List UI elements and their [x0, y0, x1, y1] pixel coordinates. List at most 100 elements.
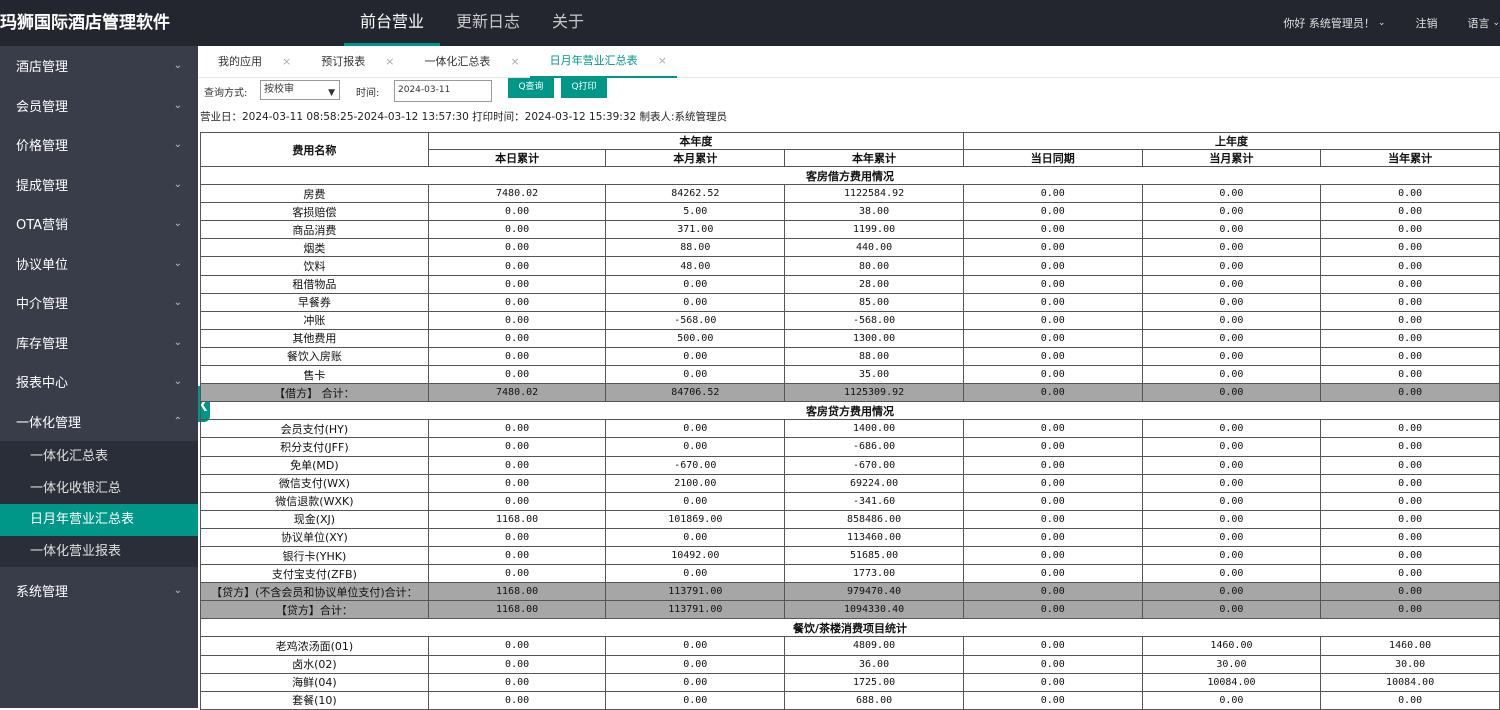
row-value: 0.00 — [1320, 256, 1500, 276]
chevron-down-icon: ⌄ — [173, 99, 182, 111]
sidebar-item-agreement[interactable]: 协议单位 ⌄ — [0, 244, 198, 284]
tab-integrated-summary[interactable]: 一体化汇总表 × — [404, 46, 529, 78]
row-value: 0.00 — [427, 202, 607, 222]
sidebar-item-label: 酒店管理 — [16, 60, 69, 76]
close-icon[interactable]: × — [658, 46, 667, 76]
language-menu[interactable]: 语言 — [1467, 15, 1489, 31]
row-value: 0.00 — [1141, 509, 1322, 529]
row-value: 10492.00 — [605, 545, 786, 566]
row-value: 0.00 — [1320, 184, 1500, 204]
query-toolbar: 查询方式: 按校审 ▼ 时间: 2024-03-11 Q查询 Q打印 — [198, 78, 1500, 104]
row-value: 0.00 — [962, 437, 1143, 457]
chevron-down-icon: ⌄ — [173, 257, 182, 269]
row-value: 0.00 — [427, 545, 607, 566]
sidebar-item-member[interactable]: 会员管理 ⌄ — [0, 86, 198, 126]
row-value: 0.00 — [962, 419, 1143, 439]
row-value: 0.00 — [1141, 292, 1322, 312]
sidebar-item-agency[interactable]: 中介管理 ⌄ — [0, 283, 198, 323]
sidebar-item-system[interactable]: 系统管理 ⌄ — [0, 571, 198, 611]
row-value: 0.00 — [605, 636, 786, 656]
tab-booking-report[interactable]: 预订报表 × — [301, 46, 404, 78]
row-value: 1094330.40 — [784, 600, 964, 620]
row-value: 0.00 — [427, 564, 607, 584]
row-name: 早餐券 — [200, 292, 429, 312]
tab-daily-summary[interactable]: 日月年营业汇总表 × — [529, 46, 677, 78]
sidebar-item-label: OTA营销 — [16, 218, 69, 234]
row-value: 0.00 — [1320, 473, 1500, 493]
query-button[interactable]: Q查询 — [508, 78, 554, 98]
row-value: 858486.00 — [784, 509, 964, 529]
row-value: 0.00 — [605, 365, 786, 385]
query-time-input[interactable]: 2024-03-11 — [394, 80, 492, 102]
sidebar-item-inventory[interactable]: 库存管理 ⌄ — [0, 323, 198, 363]
sidebar-subitem-cashier-summary[interactable]: 一体化收银汇总 — [0, 473, 198, 505]
row-value: 0.00 — [605, 437, 786, 457]
row-value: 1168.00 — [427, 600, 607, 620]
row-value: 0.00 — [1320, 274, 1500, 294]
report-table: 费用名称 本年度 上年度 本日累计 本月累计 本年累计 当日同期 当月累计 当年… — [200, 132, 1500, 710]
chevron-down-icon: ⌄ — [173, 178, 182, 190]
row-value: 1168.00 — [427, 509, 607, 529]
table-row: 其他费用 0.00 500.00 1300.00 0.00 0.00 0.00 — [200, 328, 1500, 348]
row-value: 1773.00 — [784, 564, 964, 584]
row-value: 0.00 — [427, 346, 607, 367]
row-value: 0.00 — [605, 564, 786, 584]
row-value: 1300.00 — [784, 328, 964, 348]
print-button[interactable]: Q打印 — [561, 78, 607, 98]
query-mode-select[interactable]: 按校审 ▼ — [260, 80, 340, 100]
row-value: 0.00 — [962, 310, 1143, 330]
topnav-front-desk[interactable]: 前台营业 — [344, 0, 441, 46]
user-greeting[interactable]: 你好 系统管理员！ — [1283, 15, 1375, 31]
table-row: 海鲜(04) 0.00 0.00 1725.00 0.00 10084.00 10084.0… — [200, 672, 1500, 692]
sidebar-subitem-business-report[interactable]: 一体化营业报表 — [0, 536, 198, 568]
sidebar-subitem-daily-summary[interactable]: 日月年营业汇总表 — [0, 504, 198, 536]
tab-my-apps[interactable]: 我的应用 × — [198, 46, 301, 78]
sidebar-item-ota[interactable]: OTA营销 ⌄ — [0, 204, 198, 244]
sidebar-item-reports[interactable]: 报表中心 ⌄ — [0, 362, 198, 402]
row-value: 0.00 — [605, 527, 786, 547]
row-value: 0.00 — [427, 238, 607, 258]
row-value: 0.00 — [962, 184, 1143, 204]
row-name: 银行卡(YHK) — [200, 545, 429, 566]
sidebar-subitem-summary[interactable]: 一体化汇总表 — [0, 441, 198, 473]
topnav-about[interactable]: 关于 — [536, 0, 600, 46]
col-header: 本月累计 — [605, 149, 786, 167]
close-icon[interactable]: × — [282, 47, 291, 77]
row-value: 0.00 — [962, 491, 1143, 511]
row-value: 0.00 — [962, 672, 1143, 692]
row-value: 0.00 — [427, 636, 607, 656]
row-value: 0.00 — [427, 256, 607, 276]
close-icon[interactable]: × — [385, 47, 394, 77]
row-value: 7480.02 — [427, 383, 607, 403]
col-header: 本日累计 — [427, 149, 607, 167]
row-value: 4809.00 — [784, 636, 964, 656]
sidebar-item-hotel[interactable]: 酒店管理 ⌄ — [0, 46, 198, 86]
sidebar-item-price[interactable]: 价格管理 ⌄ — [0, 125, 198, 165]
topnav-changelog[interactable]: 更新日志 — [440, 0, 536, 46]
row-value: 10084.00 — [1320, 672, 1500, 692]
row-name: 微信退款(WXK) — [200, 491, 429, 511]
row-value: 0.00 — [962, 202, 1143, 222]
row-name: 房费 — [200, 184, 429, 204]
row-value: 36.00 — [784, 654, 964, 674]
row-value: 1199.00 — [784, 220, 964, 240]
section-title: 餐饮/茶楼消费项目统计 — [200, 618, 1500, 638]
row-value: 30.00 — [1141, 654, 1322, 674]
table-row: 租借物品 0.00 0.00 28.00 0.00 0.00 0.00 — [200, 274, 1500, 294]
row-value: 0.00 — [1320, 220, 1500, 240]
table-row: 早餐券 0.00 0.00 85.00 0.00 0.00 0.00 — [200, 292, 1500, 312]
close-icon[interactable]: × — [510, 47, 519, 77]
row-value: 5.00 — [605, 202, 786, 222]
sidebar-item-integrated[interactable]: 一体化管理 ⌃ — [0, 402, 198, 442]
sidebar-submenu: 一体化汇总表 一体化收银汇总 日月年营业汇总表 一体化营业报表 — [0, 441, 198, 567]
table-row: 冲账 0.00 -568.00 -568.00 0.00 0.00 0.00 — [200, 310, 1500, 330]
row-name: 租借物品 — [200, 274, 429, 294]
total-row: 【贷方】(不含会员和协议单位支付)合计： 1168.00 113791.00 9794… — [200, 582, 1500, 602]
row-value: 0.00 — [1141, 690, 1322, 710]
logout-link[interactable]: 注销 — [1415, 15, 1437, 31]
row-value: 0.00 — [1320, 491, 1500, 511]
row-value: 0.00 — [1320, 202, 1500, 222]
sidebar-item-commission[interactable]: 提成管理 ⌄ — [0, 165, 198, 205]
row-value: 0.00 — [1141, 274, 1322, 294]
row-value: 0.00 — [605, 274, 786, 294]
